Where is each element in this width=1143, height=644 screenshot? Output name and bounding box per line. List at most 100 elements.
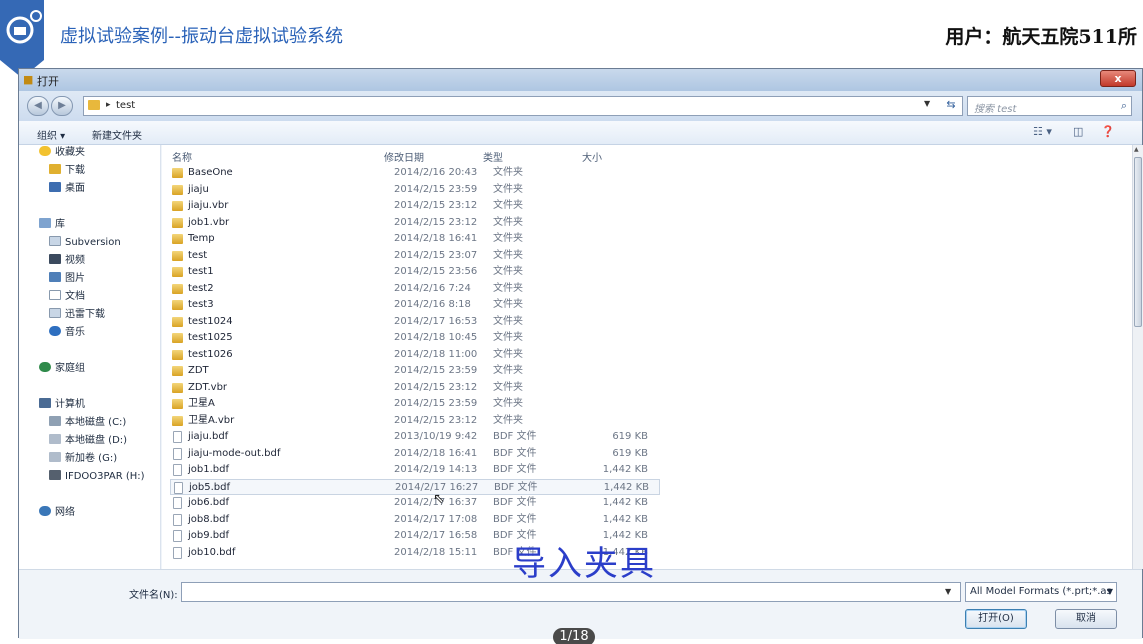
file-name: 卫星A <box>188 398 215 409</box>
folder-row[interactable]: BaseOne 2014/2/16 20:43 文件夹 <box>170 165 660 181</box>
dialog-titlebar[interactable]: ■ 打开 x <box>19 69 1142 91</box>
back-button[interactable]: ◀ <box>27 96 49 116</box>
file-date: 2014/2/17 17:08 <box>394 513 478 525</box>
cancel-button[interactable]: 取消 <box>1055 609 1117 629</box>
file-size: 1,442 KB <box>602 513 648 525</box>
folder-row[interactable]: test2 2014/2/16 7:24 文件夹 <box>170 281 660 297</box>
folder-row[interactable]: test3 2014/2/16 8:18 文件夹 <box>170 297 660 313</box>
folder-row[interactable]: test1026 2014/2/18 11:00 文件夹 <box>170 347 660 363</box>
nav-favorites[interactable]: 收藏夹 <box>39 145 85 161</box>
file-date: 2014/2/16 20:43 <box>394 167 478 178</box>
nav-downloads[interactable]: 下载 <box>49 163 85 179</box>
folder-row[interactable]: test1025 2014/2/18 10:45 文件夹 <box>170 330 660 346</box>
folder-row[interactable]: test1024 2014/2/17 16:53 文件夹 <box>170 314 660 330</box>
app-banner: 虚拟试验案例--振动台虚拟试验系统 用户：航天五院511所 <box>0 0 1143 78</box>
filename-input[interactable] <box>181 582 961 602</box>
nav-network[interactable]: 网络 <box>39 505 75 521</box>
nav-desktop[interactable]: 桌面 <box>49 181 85 197</box>
folder-icon <box>172 168 183 178</box>
nav-label: Subversion <box>65 237 121 248</box>
nav-drive-d[interactable]: 本地磁盘 (D:) <box>49 433 127 449</box>
view-options-icon[interactable]: ☷ ▾ <box>1033 125 1052 138</box>
file-type: 文件夹 <box>493 282 523 294</box>
file-type-filter[interactable]: All Model Formats (*.prt;*.as ▼ <box>965 582 1117 602</box>
file-list-scrollbar[interactable]: ▲ <box>1132 145 1143 569</box>
nav-label: 图片 <box>65 273 85 284</box>
page-indicator: 1/18 <box>553 628 595 644</box>
nav-drive-h[interactable]: IFDOO3PAR (H:) <box>49 469 145 485</box>
organize-menu[interactable]: 组织 ▾ <box>37 127 65 142</box>
breadcrumb-test[interactable]: test <box>116 100 135 111</box>
nav-music[interactable]: 音乐 <box>49 325 85 341</box>
file-name: test1026 <box>188 348 233 360</box>
refresh-button[interactable]: ⇆ <box>941 96 961 116</box>
file-icon <box>173 497 182 509</box>
folder-row[interactable]: job1.vbr 2014/2/15 23:12 文件夹 <box>170 215 660 231</box>
folder-row[interactable]: jiaju 2014/2/15 23:59 文件夹 <box>170 182 660 198</box>
nav-label: 本地磁盘 (C:) <box>65 417 127 428</box>
folder-row[interactable]: test 2014/2/15 23:07 文件夹 <box>170 248 660 264</box>
file-type: BDF 文件 <box>493 431 537 442</box>
nav-videos[interactable]: 视频 <box>49 253 85 269</box>
column-header-size[interactable]: 大小 <box>582 149 602 164</box>
file-size: 619 KB <box>612 431 648 442</box>
folder-row[interactable]: ZDT.vbr 2014/2/15 23:12 文件夹 <box>170 380 660 396</box>
filename-dropdown-icon[interactable]: ▼ <box>945 587 951 596</box>
folder-row[interactable]: Temp 2014/2/18 16:41 文件夹 <box>170 231 660 247</box>
new-folder-button[interactable]: 新建文件夹 <box>92 127 142 142</box>
folder-row[interactable]: 卫星A 2014/2/15 23:59 文件夹 <box>170 396 660 412</box>
nav-subversion[interactable]: Subversion <box>49 235 121 251</box>
open-button[interactable]: 打开(O) <box>965 609 1027 629</box>
file-row[interactable]: jiaju-mode-out.bdf 2014/2/18 16:41 BDF 文件 6… <box>170 446 660 462</box>
nav-label: 文档 <box>65 291 85 302</box>
nav-computer[interactable]: 计算机 <box>39 397 85 413</box>
file-type: BDF 文件 <box>493 464 537 475</box>
nav-libraries[interactable]: 库 <box>39 217 65 233</box>
nav-documents[interactable]: 文档 <box>49 289 85 305</box>
nav-pictures[interactable]: 图片 <box>49 271 85 287</box>
file-type: 文件夹 <box>493 233 523 244</box>
folder-row[interactable]: test1 2014/2/15 23:56 文件夹 <box>170 264 660 280</box>
folder-row[interactable]: jiaju.vbr 2014/2/15 23:12 文件夹 <box>170 198 660 214</box>
file-type: 文件夹 <box>493 315 523 327</box>
forward-button[interactable]: ▶ <box>51 96 73 116</box>
preview-pane-icon[interactable]: ◫ <box>1073 125 1083 138</box>
folder-icon <box>88 100 100 110</box>
nav-xunlei-downloads[interactable]: 迅雷下载 <box>49 307 105 323</box>
search-input[interactable]: 搜索 test ⌕ <box>967 96 1132 116</box>
file-icon <box>173 530 182 542</box>
chevron-down-icon: ▼ <box>1106 587 1113 596</box>
column-header-name[interactable]: 名称 <box>172 149 192 164</box>
file-row[interactable]: job8.bdf 2014/2/17 17:08 BDF 文件 1,442 KB <box>170 512 660 528</box>
network-icon <box>39 506 51 516</box>
nav-homegroup[interactable]: 家庭组 <box>39 361 85 377</box>
nav-label: IFDOO3PAR (H:) <box>65 471 145 482</box>
help-icon[interactable]: ❓ <box>1101 125 1115 138</box>
folder-icon <box>172 184 183 195</box>
search-icon[interactable]: ⌕ <box>1121 99 1127 113</box>
nav-label: 视频 <box>65 255 85 266</box>
nav-drive-c[interactable]: 本地磁盘 (C:) <box>49 415 126 431</box>
file-row[interactable]: jiaju.bdf 2013/10/19 9:42 BDF 文件 619 KB <box>170 429 660 445</box>
file-row[interactable]: job5.bdf 2014/2/17 16:27 BDF 文件 1,442 KB <box>170 478 660 495</box>
close-button[interactable]: x <box>1100 70 1136 87</box>
column-header-type[interactable]: 类型 <box>483 149 503 164</box>
file-icon <box>173 431 182 443</box>
scrollbar-thumb[interactable] <box>1134 157 1142 327</box>
column-header-date[interactable]: 修改日期 <box>384 149 424 164</box>
address-dropdown-icon[interactable]: ▼ <box>924 99 930 108</box>
file-row[interactable]: job1.bdf 2014/2/19 14:13 BDF 文件 1,442 KB <box>170 462 660 478</box>
scroll-up-icon[interactable]: ▲ <box>1134 146 1139 153</box>
computer-icon <box>39 398 51 408</box>
nav-drive-g[interactable]: 新加卷 (G:) <box>49 451 117 467</box>
address-bar[interactable]: ▸ test <box>83 96 963 116</box>
folder-icon <box>172 283 183 294</box>
drive-icon <box>49 434 61 444</box>
file-date: 2014/2/17 16:58 <box>394 530 478 541</box>
file-name: test1024 <box>188 315 233 327</box>
folder-row[interactable]: 卫星A.vbr 2014/2/15 23:12 文件夹 <box>170 413 660 429</box>
folder-row[interactable]: ZDT 2014/2/15 23:59 文件夹 <box>170 363 660 379</box>
file-row[interactable]: job6.bdf 2014/2/17 16:37 BDF 文件 1,442 KB <box>170 495 660 511</box>
file-size: 1,442 KB <box>603 481 649 493</box>
navigation-pane: 收藏夹 下载 桌面 库 Subversion 视频 图片 文档 迅雷下载 音乐 … <box>19 145 161 569</box>
